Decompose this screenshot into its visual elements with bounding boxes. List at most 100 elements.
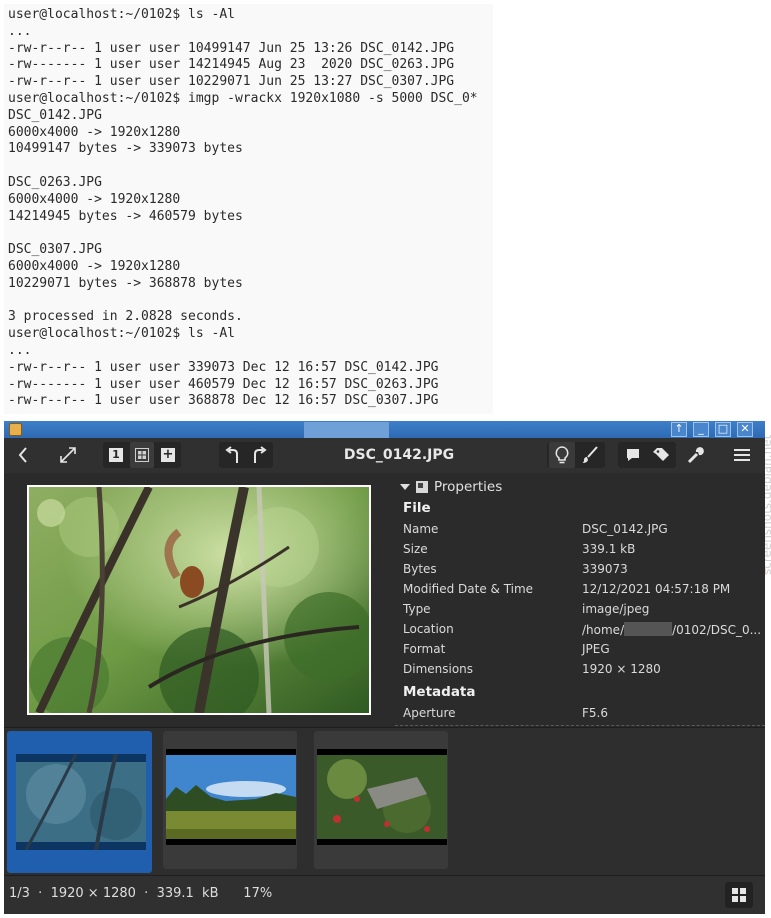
status-bar: 1/3 · 1920 × 1280 · 339.1 kB 17% (4, 875, 765, 914)
property-key: Dimensions (403, 662, 474, 676)
terminal-line: user@localhost:~/0102$ imgp -wrackx 1920… (8, 90, 478, 106)
back-button[interactable] (12, 442, 34, 468)
thumbnail-image-2 (166, 749, 296, 845)
titlebar-highlight (304, 422, 389, 438)
property-key: Bytes (403, 562, 437, 576)
property-value-text: /home/ (582, 623, 625, 637)
property-value: 12/12/2021 04:57:18 PM (582, 582, 730, 596)
viewer-toolbar: 1 + DSC_0142.JPG (4, 438, 765, 474)
comment-button[interactable] (620, 442, 646, 468)
grid-icon (135, 448, 149, 462)
window-titlebar[interactable]: ↑ _ □ ✕ (4, 421, 765, 438)
redacted-block (624, 622, 673, 636)
property-value: JPEG (582, 642, 610, 656)
info-button[interactable] (549, 442, 575, 468)
thumbnail-item-2[interactable] (163, 731, 297, 869)
terminal-line: -rw-r--r-- 1 user user 10499147 Jun 25 1… (8, 40, 455, 56)
property-key: Name (403, 522, 439, 536)
terminal-line: ... (8, 342, 32, 358)
properties-icon (416, 481, 428, 493)
thumbnail-item-3[interactable] (314, 731, 448, 869)
property-value-text: F5.6 (582, 706, 608, 720)
property-key: Type (403, 602, 431, 616)
property-row: Modified Date & Time 12/12/2021 04:57:18 … (403, 582, 763, 602)
property-key: Modified Date & Time (403, 582, 534, 596)
tag-icon (653, 448, 669, 461)
property-value-text: JPEG (582, 642, 610, 656)
thumbnail-item-1[interactable] (7, 731, 152, 873)
property-key: Aperture (403, 706, 456, 720)
terminal-line: DSC_0142.JPG (8, 107, 102, 123)
property-row: Bytes 339073 (403, 562, 763, 582)
toggle-grid-button[interactable] (725, 882, 753, 908)
terminal-line: 6000x4000 -> 1920x1280 (8, 258, 181, 274)
terminal-line: 10229071 bytes -> 368878 bytes (8, 275, 243, 291)
property-value: 339.1 kB (582, 542, 635, 556)
terminal-window[interactable]: user@localhost:~/0102$ ls -Al... -rw-r--r… (4, 4, 493, 414)
rotate-right-icon (254, 446, 267, 463)
terminal-output: user@localhost:~/0102$ ls -Al... -rw-r--r… (4, 4, 493, 410)
property-value-text: DSC_0142.JPG (582, 522, 668, 536)
properties-title: Properties (434, 479, 503, 495)
terminal-line: -rw------- 1 user user 460579 Dec 12 16:… (8, 376, 439, 392)
property-row: Aperture F5.6 (403, 706, 763, 726)
image-pane[interactable] (4, 473, 395, 727)
window-up-button[interactable]: ↑ (671, 422, 687, 437)
view-grid-button[interactable] (130, 442, 154, 468)
comment-icon (627, 449, 639, 461)
fullscreen-button[interactable] (56, 442, 80, 468)
property-value-text: 339073 (582, 562, 628, 576)
property-row: Size 339.1 kB (403, 542, 763, 562)
property-row: Dimensions 1920 × 1280 (403, 662, 763, 682)
brush-icon (582, 446, 598, 463)
property-value: F5.6 (582, 706, 608, 720)
view-add-label: + (161, 447, 175, 462)
terminal-line: -rw-r--r-- 1 user user 368878 Dec 12 16:… (8, 393, 439, 409)
file-title: DSC_0142.JPG (343, 447, 455, 463)
thumbnail-image-1 (16, 753, 146, 851)
window-minimize-button[interactable]: _ (693, 422, 709, 437)
main-photo[interactable] (27, 485, 374, 727)
terminal-line: 6000x4000 -> 1920x1280 (8, 191, 181, 207)
collapse-triangle-icon (400, 484, 410, 490)
edit-button[interactable] (577, 442, 603, 468)
hamburger-icon (734, 449, 750, 461)
terminal-line: DSC_0263.JPG (8, 174, 102, 190)
window-maximize-button[interactable]: □ (715, 422, 731, 437)
property-value: /home/ /0102/DSC_0... (582, 622, 761, 637)
terminal-line: -rw-r--r-- 1 user user 339073 Dec 12 16:… (8, 359, 439, 375)
properties-panel: Properties File Name DSC_0142.JPG Size 339.1… (395, 473, 765, 727)
terminal-line: DSC_0307.JPG (8, 242, 102, 258)
terminal-line: 14214945 bytes -> 460579 bytes (8, 208, 243, 224)
view-add-button[interactable]: + (157, 442, 179, 468)
property-row: Format JPEG (403, 642, 763, 662)
terminal-line: -rw-r--r-- 1 user user 10229071 Jun 25 1… (8, 74, 455, 90)
property-value: image/jpeg (582, 602, 649, 616)
property-key: Format (403, 642, 446, 656)
grid-view-icon (732, 888, 746, 902)
wrench-icon (687, 447, 704, 464)
property-value-text: 1920 × 1280 (582, 662, 661, 676)
app-icon (9, 423, 22, 436)
thumbnail-strip (4, 727, 765, 876)
terminal-line: -rw------- 1 user user 14214945 Aug 23 2… (8, 57, 455, 73)
view-single-button[interactable]: 1 (105, 442, 127, 468)
properties-section-title: File (403, 500, 431, 516)
property-row: Name DSC_0142.JPG (403, 522, 763, 542)
terminal-line: ... (8, 23, 32, 39)
menu-button[interactable] (729, 442, 755, 468)
window-close-button[interactable]: ✕ (737, 422, 753, 437)
terminal-line: 3 processed in 2.0828 seconds. (8, 309, 243, 325)
properties-header[interactable]: Properties (400, 477, 502, 497)
property-value-text: 339.1 kB (582, 542, 636, 556)
thumbnail-image-3 (317, 749, 447, 845)
view-single-label: 1 (109, 448, 123, 462)
property-value: 339073 (582, 562, 628, 576)
tools-button[interactable] (683, 442, 709, 468)
rotate-right-button[interactable] (247, 442, 271, 468)
rotate-left-button[interactable] (221, 442, 245, 468)
tag-button[interactable] (648, 442, 674, 468)
lightbulb-icon (555, 446, 569, 464)
